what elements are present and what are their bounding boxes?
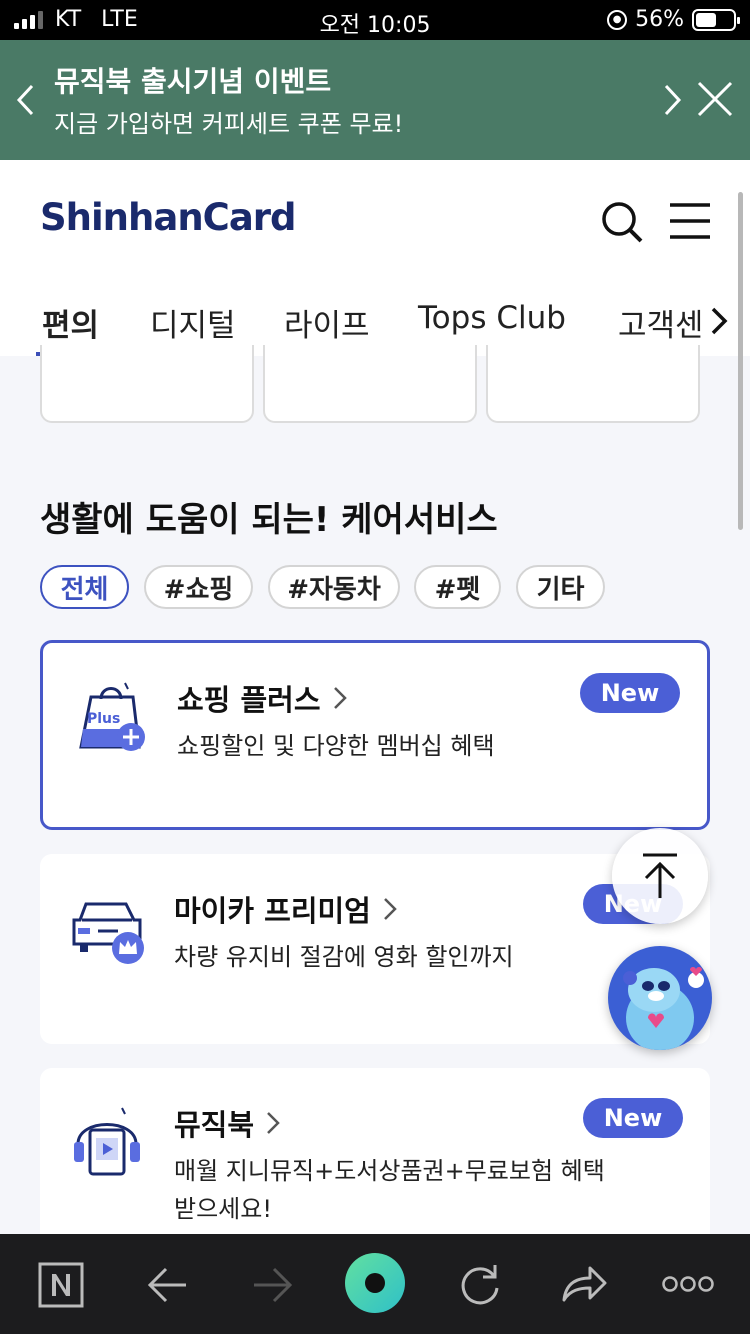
promo-subtitle: 지금 가입하면 커피세트 쿠폰 무료!	[54, 110, 404, 138]
tab-convenience[interactable]: 편의	[42, 300, 99, 345]
service-card-mycar-premium[interactable]: 마이카 프리미엄 차량 유지비 절감에 영화 할인까지 New	[40, 854, 710, 1044]
service-card-partial[interactable]	[40, 345, 254, 423]
penguin-mascot-icon	[623, 967, 704, 1050]
chevron-right-icon	[267, 1112, 280, 1134]
share-icon[interactable]	[560, 1264, 608, 1304]
rotation-lock-icon: ●	[607, 9, 628, 30]
filter-etc[interactable]: 기타	[516, 565, 605, 609]
browser-toolbar	[0, 1234, 750, 1334]
chevron-right-icon	[333, 687, 347, 709]
battery-percent: 56%	[635, 7, 684, 32]
tab-digital[interactable]: 디지털	[150, 300, 236, 345]
headphone-book-icon	[74, 1107, 140, 1176]
service-card-partial[interactable]	[263, 345, 477, 423]
tab-life[interactable]: 라이프	[284, 300, 370, 345]
service-card-partial[interactable]	[486, 345, 700, 423]
service-name-label: 뮤직북	[174, 1108, 255, 1142]
filter-all[interactable]: 전체	[40, 565, 129, 609]
service-name[interactable]: 쇼핑 플러스	[177, 677, 347, 719]
chevron-right-icon	[383, 898, 397, 920]
service-name-label: 마이카 프리미엄	[174, 894, 371, 928]
more-options-icon[interactable]	[662, 1274, 714, 1294]
back-arrow-icon[interactable]	[146, 1266, 188, 1304]
scrollbar[interactable]	[738, 192, 743, 530]
app-header: ShinhanCard 편의 디지털 라이프 Tops Club 고객센	[0, 160, 750, 356]
plus-label: Plus	[87, 711, 120, 727]
promo-banner[interactable]: 뮤직북 출시기념 이벤트 지금 가입하면 커피세트 쿠폰 무료!	[0, 40, 750, 160]
promo-title: 뮤직북 출시기념 이벤트	[54, 65, 332, 98]
close-icon[interactable]	[696, 80, 734, 118]
filter-shopping[interactable]: #쇼핑	[144, 565, 253, 609]
arrow-up-icon	[643, 853, 677, 898]
chatbot-mascot-button[interactable]	[608, 946, 712, 1050]
naver-tab-icon[interactable]	[38, 1262, 84, 1308]
section-title: 생활에 도움이 되는! 케어서비스	[40, 500, 498, 540]
shinhancard-logo[interactable]: ShinhanCard	[40, 196, 297, 239]
service-name-label: 쇼핑 플러스	[177, 683, 321, 717]
shopping-bag-plus-icon: Plus	[79, 682, 145, 751]
home-green-dot-icon[interactable]	[344, 1252, 406, 1314]
service-card-shopping-plus[interactable]: Plus 쇼핑 플러스 쇼핑할인 및 다양한 멤버십 혜택 New	[40, 640, 710, 830]
service-desc: 쇼핑할인 및 다양한 멤버십 혜택	[177, 732, 495, 760]
service-card-musicbook[interactable]: 뮤직북 매월 지니뮤직+도서상품권+무료보험 혜택 받으세요! New	[40, 1068, 710, 1248]
filter-car[interactable]: #자동차	[268, 565, 400, 609]
forward-arrow-icon[interactable]	[252, 1266, 294, 1304]
search-icon[interactable]	[600, 200, 644, 244]
chevron-right-icon	[711, 307, 728, 335]
new-badge: New	[583, 1098, 683, 1138]
new-badge: New	[580, 673, 680, 713]
service-desc: 차량 유지비 절감에 영화 할인까지	[174, 943, 514, 971]
filter-pet[interactable]: #펫	[414, 565, 501, 609]
tab-tops-club[interactable]: Tops Club	[418, 300, 566, 336]
service-name[interactable]: 마이카 프리미엄	[174, 888, 397, 930]
service-desc: 매월 지니뮤직+도서상품권+무료보험 혜택 받으세요!	[174, 1157, 605, 1223]
tab-customer-center[interactable]: 고객센	[618, 300, 704, 345]
battery-icon	[692, 8, 740, 31]
chevron-right-icon[interactable]	[660, 82, 684, 118]
scroll-to-top-button[interactable]	[612, 828, 708, 924]
refresh-icon[interactable]	[458, 1262, 502, 1306]
service-name[interactable]: 뮤직북	[174, 1102, 280, 1144]
chevron-left-icon[interactable]	[14, 82, 38, 118]
car-crown-icon	[72, 902, 144, 964]
hamburger-menu-icon[interactable]	[668, 202, 712, 240]
status-bar: KT LTE 오전 10:05 ● 56%	[0, 0, 750, 40]
